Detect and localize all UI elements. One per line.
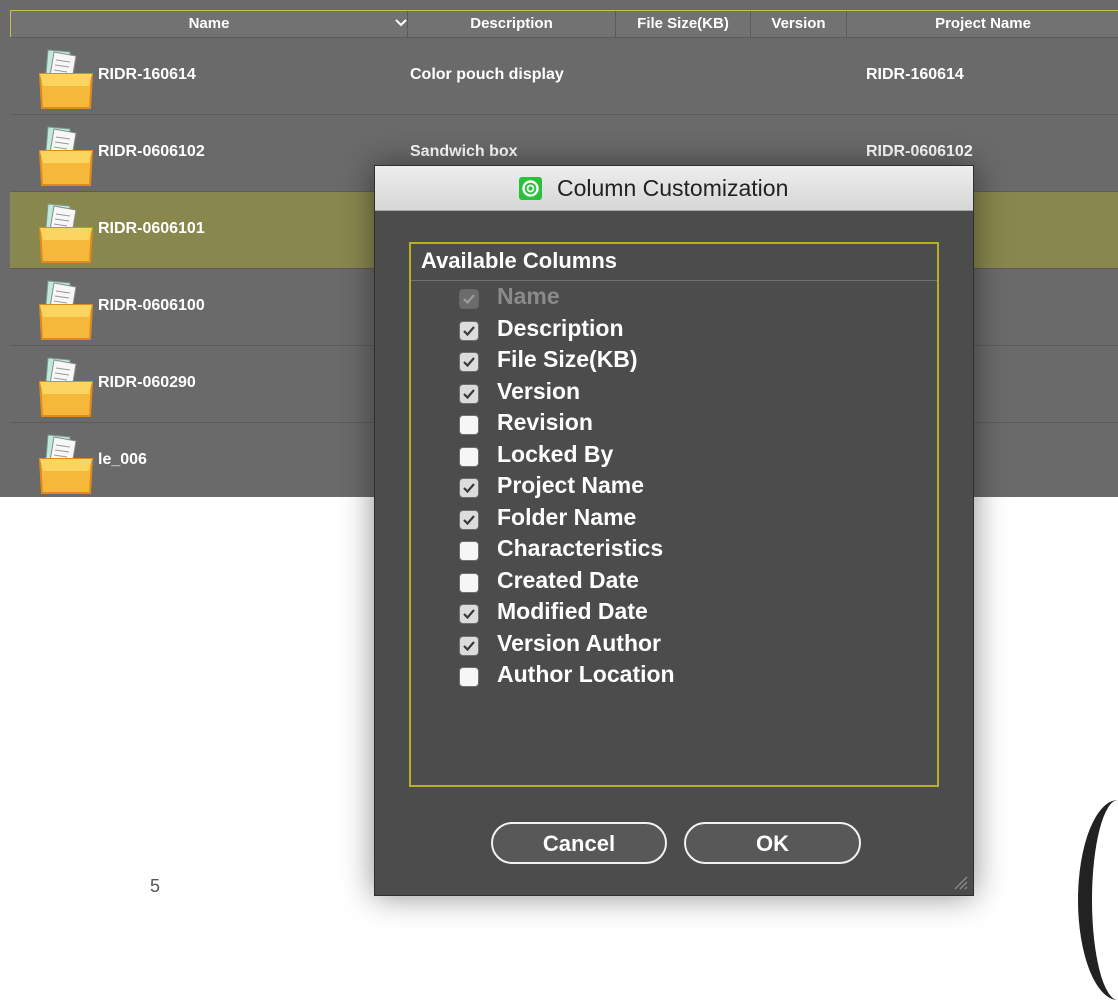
column-option-locked-by[interactable]: Locked By: [459, 440, 899, 472]
checkbox[interactable]: [459, 509, 479, 530]
checkbox-label: Revision: [497, 409, 593, 435]
available-columns-group: Available Columns Name Description File Si…: [409, 242, 939, 787]
row-description: Color pouch display: [410, 66, 564, 83]
cancel-button[interactable]: Cancel: [491, 822, 667, 864]
row-name: RIDR-0606101: [98, 220, 205, 237]
folder-with-documents-icon: [38, 357, 94, 417]
column-option-version[interactable]: Version: [459, 377, 899, 409]
column-header-version-label: Version: [771, 15, 826, 32]
checkbox-label: Locked By: [497, 440, 614, 467]
column-customization-dialog: Column Customization Available Columns N…: [374, 165, 974, 896]
checkbox-label: Name: [497, 283, 560, 309]
column-header-name-label: Name: [188, 15, 230, 32]
checkbox-label: Characteristics: [497, 535, 664, 561]
divider: [411, 280, 937, 281]
column-option-modified-date[interactable]: Modified Date: [459, 597, 899, 629]
group-title: Available Columns: [421, 248, 618, 273]
folder-with-documents-icon: [38, 280, 94, 340]
checkbox: [459, 289, 479, 309]
column-option-name: Name: [459, 282, 899, 314]
chevron-down-icon[interactable]: [394, 16, 408, 30]
checkbox-label: Created Date: [497, 566, 639, 593]
checkbox[interactable]: [459, 446, 479, 467]
row-project-name: RIDR-160614: [866, 66, 964, 83]
stray-text: 5: [150, 876, 161, 896]
column-header-version[interactable]: Version: [751, 11, 847, 37]
row-name: RIDR-0606102: [98, 143, 205, 160]
background-arc: [1078, 800, 1118, 1000]
checkbox-label: Modified Date: [497, 598, 648, 624]
checkbox-label: Description: [497, 314, 624, 341]
column-header-project-name[interactable]: Project Name: [847, 11, 1118, 37]
folder-with-documents-icon: [38, 434, 94, 494]
checkbox[interactable]: [459, 604, 479, 624]
row-name: RIDR-060290: [98, 374, 196, 391]
column-header-file-size[interactable]: File Size(KB): [616, 11, 751, 37]
column-option-characteristics[interactable]: Characteristics: [459, 534, 899, 566]
resize-grip-icon[interactable]: [951, 873, 969, 891]
ok-button[interactable]: OK: [684, 822, 861, 864]
column-option-created-date[interactable]: Created Date: [459, 566, 899, 598]
row-name: RIDR-0606100: [98, 297, 205, 314]
checkbox-label: Version Author: [497, 629, 661, 656]
checkbox[interactable]: [459, 383, 479, 404]
checkbox-label: Version: [497, 377, 581, 404]
row-project-name: RIDR-0606102: [866, 143, 973, 160]
column-header-bar: Name Description File Size(KB) Version P…: [10, 10, 1118, 37]
checkbox-label: Folder Name: [497, 503, 637, 530]
checkbox[interactable]: [459, 478, 479, 498]
column-option-file-size-kb[interactable]: File Size(KB): [459, 345, 899, 377]
column-option-project-name[interactable]: Project Name: [459, 471, 899, 503]
checkbox[interactable]: [459, 572, 479, 593]
column-option-version-author[interactable]: Version Author: [459, 629, 899, 661]
checkbox[interactable]: [459, 541, 479, 561]
row-name: le_006: [98, 451, 147, 468]
checkbox[interactable]: [459, 320, 479, 341]
folder-with-documents-icon: [38, 49, 94, 109]
row-name: RIDR-160614: [98, 66, 196, 83]
column-header-project-name-label: Project Name: [935, 15, 1031, 32]
column-option-author-location[interactable]: Author Location: [459, 660, 899, 692]
column-header-file-size-label: File Size(KB): [637, 15, 729, 32]
checkbox-label: Author Location: [497, 661, 675, 687]
folder-with-documents-icon: [38, 126, 94, 186]
folder-with-documents-icon: [38, 203, 94, 263]
column-header-description[interactable]: Description: [408, 11, 616, 37]
column-option-folder-name[interactable]: Folder Name: [459, 503, 899, 535]
checkbox-label: File Size(KB): [497, 346, 638, 372]
checkbox[interactable]: [459, 667, 479, 687]
row-description: Sandwich box: [410, 143, 518, 160]
checkbox-label: Project Name: [497, 472, 645, 498]
checkbox[interactable]: [459, 352, 479, 372]
app-logo-icon: [519, 177, 542, 200]
column-option-revision[interactable]: Revision: [459, 408, 899, 440]
dialog-titlebar[interactable]: Column Customization: [375, 166, 973, 211]
column-header-description-label: Description: [470, 15, 553, 32]
column-option-description[interactable]: Description: [459, 314, 899, 346]
dialog-title: Column Customization: [557, 175, 789, 201]
checkbox[interactable]: [459, 415, 479, 435]
table-row[interactable]: RIDR-160614 Color pouch display RIDR-16061…: [10, 37, 1118, 114]
checkbox[interactable]: [459, 635, 479, 656]
column-header-name[interactable]: Name: [11, 11, 408, 37]
